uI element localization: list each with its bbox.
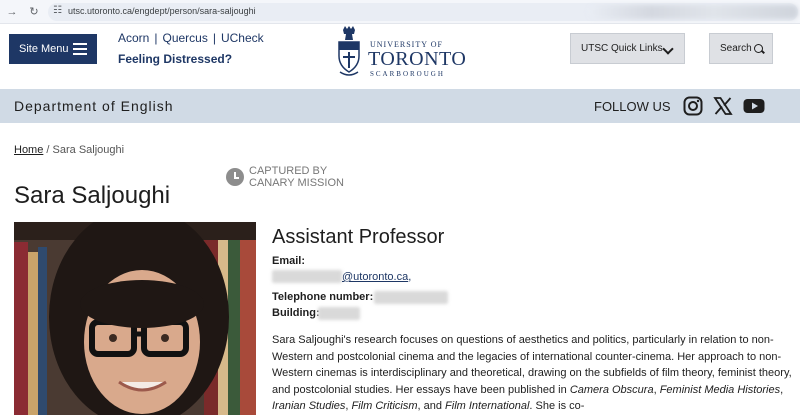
browser-toolbar: → ↻ ☷ utsc.utoronto.ca/engdept/person/sa… — [0, 0, 800, 24]
hamburger-icon — [73, 43, 87, 55]
telephone-label: Telephone number: — [272, 291, 374, 303]
x-icon[interactable] — [713, 96, 733, 116]
department-bar: Department of English FOLLOW US — [0, 89, 800, 123]
breadcrumb: Home / Sara Saljoughi — [14, 144, 124, 156]
profile-photo — [14, 222, 256, 415]
redacted-telephone — [374, 291, 448, 304]
youtube-icon[interactable] — [743, 96, 765, 116]
header-quick-links: Acorn | Quercus | UCheck — [118, 31, 264, 45]
journal-title: Iranian Studies — [272, 400, 346, 412]
university-logo[interactable]: UNIVERSITY OF TORONTO SCARBOROUGH — [336, 26, 466, 80]
breadcrumb-separator: / — [46, 144, 50, 156]
site-settings-icon[interactable]: ☷ — [53, 5, 62, 16]
clock-icon — [226, 168, 244, 186]
bio-text: . She is co- — [529, 400, 585, 412]
search-label: Search — [720, 43, 752, 54]
search-icon — [754, 44, 763, 53]
redacted-email-user — [272, 270, 342, 283]
blurred-toolbar-area — [588, 5, 798, 19]
email-label: Email: — [272, 255, 306, 267]
journal-title: Feminist Media Histories — [659, 383, 781, 396]
email-suffix: , — [408, 271, 412, 283]
quercus-link[interactable]: Quercus — [162, 31, 207, 45]
reload-icon[interactable]: ↻ — [26, 4, 42, 20]
page-title: Sara Saljoughi — [14, 182, 171, 209]
journal-title: Camera Obscura — [569, 383, 654, 396]
link-separator: | — [212, 31, 216, 45]
bio-text: , and — [417, 400, 446, 412]
logo-toronto: TORONTO — [368, 48, 467, 70]
logo-scarborough: SCARBOROUGH — [370, 70, 445, 78]
follow-us-label: FOLLOW US — [594, 99, 671, 114]
link-separator: | — [154, 31, 158, 45]
ucheck-link[interactable]: UCheck — [221, 31, 264, 45]
back-arrow-icon[interactable]: → — [4, 4, 20, 20]
acorn-link[interactable]: Acorn — [118, 31, 149, 45]
url-text: utsc.utoronto.ca/engdept/person/sara-sal… — [68, 6, 256, 16]
site-menu-label: Site Menu — [19, 43, 69, 55]
instagram-icon[interactable] — [683, 96, 703, 116]
site-menu-button[interactable]: Site Menu — [9, 34, 97, 64]
journal-title: Film International — [445, 400, 530, 412]
bio-text: , — [780, 383, 784, 396]
feeling-distressed-link[interactable]: Feeling Distressed? — [118, 52, 232, 66]
address-bar[interactable]: ☷ utsc.utoronto.ca/engdept/person/sara-s… — [48, 3, 798, 21]
canary-mission-watermark: CAPTURED BY CANARY MISSION — [226, 165, 356, 191]
watermark-line-1: CAPTURED BY — [249, 165, 328, 177]
breadcrumb-home-link[interactable]: Home — [14, 144, 43, 156]
building-label: Building: — [272, 307, 320, 319]
email-value: @utoronto.ca, — [342, 271, 411, 283]
chevron-down-icon — [662, 43, 674, 55]
utsc-quick-links-button[interactable]: UTSC Quick Links — [570, 33, 685, 64]
crest-icon — [338, 26, 360, 76]
redacted-building — [318, 307, 360, 320]
watermark-line-2: CANARY MISSION — [249, 177, 344, 189]
utsc-quick-links-label: UTSC Quick Links — [581, 43, 663, 54]
department-title[interactable]: Department of English — [14, 98, 174, 114]
search-button[interactable]: Search — [709, 33, 773, 64]
breadcrumb-current: Sara Saljoughi — [52, 144, 125, 156]
journal-title: Film Criticism — [351, 400, 418, 412]
bio-paragraph: Sara Saljoughi's research focuses on que… — [272, 332, 792, 415]
email-link[interactable]: @utoronto.ca — [342, 271, 408, 283]
profile-photo-illustration — [14, 222, 256, 415]
job-title: Assistant Professor — [272, 226, 445, 248]
